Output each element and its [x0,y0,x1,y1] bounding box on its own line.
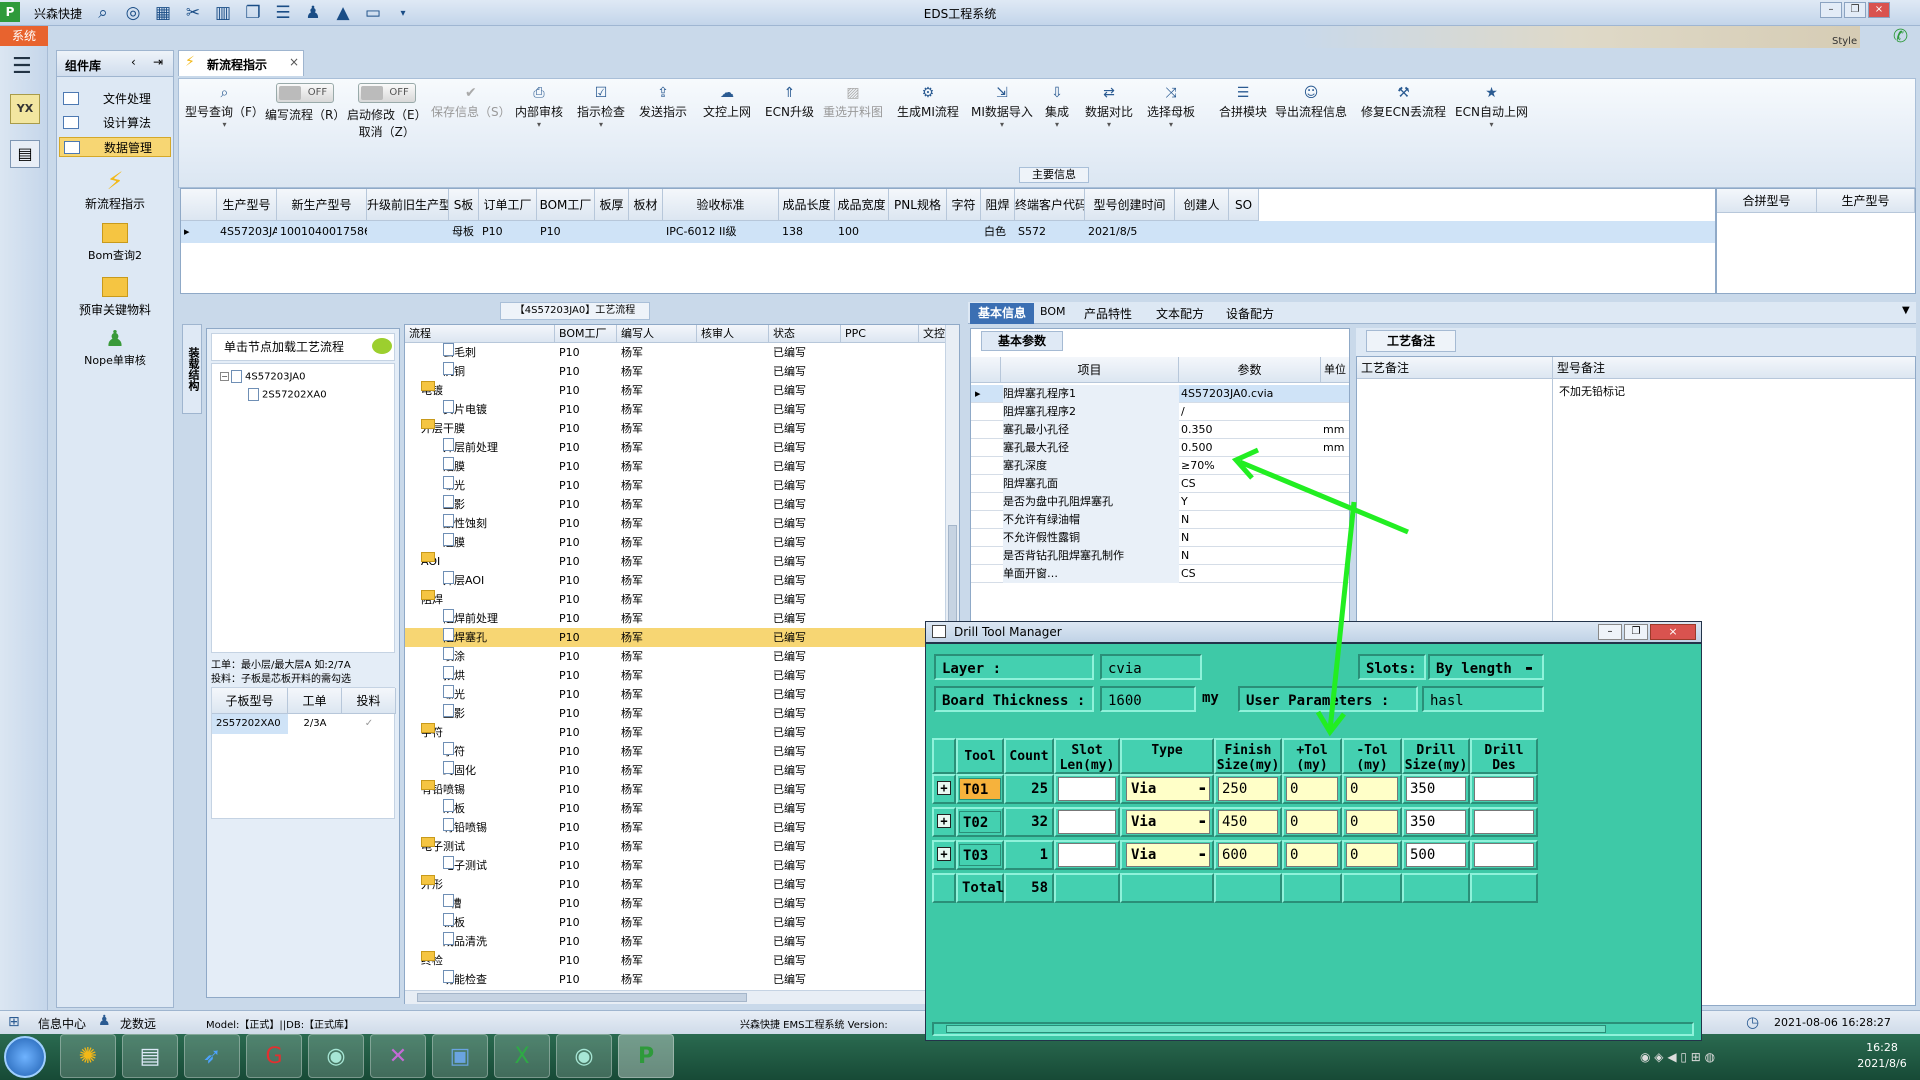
annotation-arrow [1327,501,1357,731]
annotation-arrow [1239,459,1409,535]
annotation-overlay [1231,447,1409,737]
